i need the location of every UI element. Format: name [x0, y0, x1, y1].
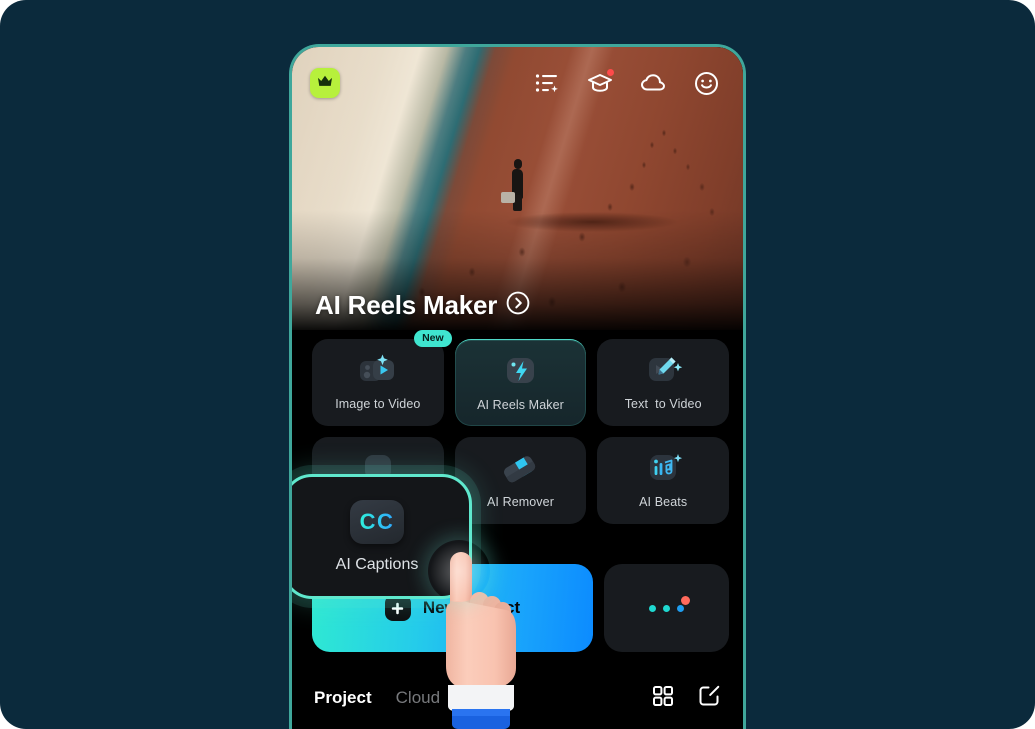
hero-title-row[interactable]: AI Reels Maker — [315, 290, 530, 321]
smiley-face-icon[interactable] — [693, 70, 719, 96]
tool-tile-image-to-video[interactable]: New Image to Video — [312, 330, 452, 426]
notification-dot-badge — [681, 595, 690, 605]
list-sparkle-icon[interactable] — [534, 70, 560, 96]
dot-1 — [649, 604, 656, 612]
cc-icon: CC — [350, 499, 404, 544]
new-project-label: New Project — [422, 598, 521, 617]
more-options-tile[interactable] — [604, 564, 729, 652]
crown-icon — [316, 74, 334, 93]
pencil-video-icon — [641, 349, 685, 393]
image-to-video-icon — [356, 349, 400, 393]
phone-screen: AI Reels Maker New Image to Video AI Ree… — [292, 47, 743, 729]
compose-edit-icon[interactable] — [698, 684, 721, 712]
phone-frame: AI Reels Maker New Image to Video AI Ree… — [289, 44, 746, 729]
tool-tile-ai-beats[interactable]: AI Beats — [597, 437, 729, 524]
hero-walking-person — [501, 159, 524, 211]
tool-tile-ai-reels-maker[interactable]: AI Reels Maker — [454, 339, 587, 426]
tool-tile-label: Image to Video — [335, 397, 421, 411]
tool-tile-label: AI Beats — [639, 495, 688, 509]
tab-project[interactable]: Project — [314, 688, 372, 708]
music-beats-icon — [641, 447, 685, 491]
lightning-bolt-icon — [498, 350, 542, 394]
chevron-right-circle-icon[interactable] — [506, 291, 530, 320]
tool-tile-label: AI Reels Maker — [477, 398, 564, 412]
eraser-icon — [498, 447, 542, 491]
tab-cloud[interactable]: Cloud — [396, 688, 440, 708]
page-canvas: AI Reels Maker New Image to Video AI Ree… — [0, 0, 1035, 729]
highlighted-tile-ai-captions[interactable]: CC AI Captions — [292, 474, 472, 599]
graduation-cap-icon[interactable] — [587, 69, 614, 96]
notification-dot-badge — [607, 69, 614, 76]
cc-icon-text: CC — [359, 508, 395, 534]
premium-crown-badge[interactable] — [310, 68, 340, 98]
nav-icon-group — [652, 684, 721, 712]
tool-tile-text-to-video[interactable]: Text to Video — [597, 339, 729, 426]
page-title: AI Reels Maker — [315, 290, 498, 320]
top-header-bar — [292, 47, 743, 119]
new-badge: New — [414, 330, 452, 347]
highlighted-tile-label: AI Captions — [335, 555, 419, 573]
bottom-navigation-bar: Project Cloud — [292, 669, 743, 727]
grid-view-icon[interactable] — [652, 685, 674, 712]
tool-tile-ai-remover[interactable]: AI Remover — [454, 437, 587, 524]
tool-tile-label: Text to Video — [624, 397, 702, 411]
dot-3 — [677, 604, 684, 612]
tool-tile-label: AI Remover — [486, 495, 554, 509]
person-bag — [501, 192, 515, 203]
dot-2 — [663, 604, 670, 612]
person-head — [514, 159, 522, 169]
cloud-icon[interactable] — [640, 70, 666, 96]
header-icon-group — [534, 69, 725, 96]
three-dots-icon — [649, 595, 690, 612]
